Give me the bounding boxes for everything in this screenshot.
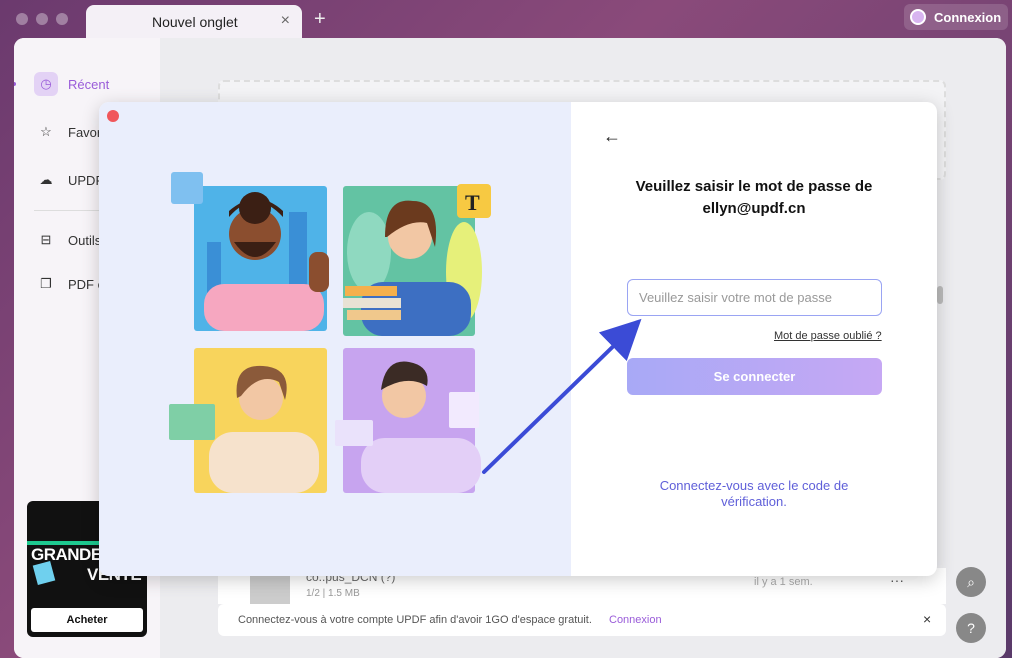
sidebar-item-recent[interactable]: ◷ Récent [34,72,109,96]
avatar-icon [910,9,926,25]
buy-button[interactable]: Acheter [31,608,143,632]
close-icon[interactable]: × [923,611,931,627]
file-time: il y a 1 sem. [754,576,813,588]
window-minimize-button[interactable] [36,13,48,25]
sidebar-item-tools[interactable]: ⊟ Outils [34,228,102,252]
sidebar-item-label: Récent [68,76,110,92]
account-login-label: Connexion [934,9,1002,25]
scrollbar[interactable] [937,286,943,304]
file-thumbnail [250,574,290,604]
people-illustration: T [169,172,491,493]
back-arrow-icon[interactable]: ← [603,126,621,147]
new-tab-button[interactable]: + [314,8,326,31]
file-meta: 1/2 | 1.5 MB [306,588,360,599]
login-notice: Connectez-vous à votre compte UPDF afin … [218,604,946,636]
illustration-panel: T [99,102,571,576]
dialog-close-button[interactable] [107,110,119,122]
toolbox-icon: ⊟ [40,232,52,247]
tab-close-icon[interactable]: × [281,12,290,30]
search-icon[interactable]: ⌕ [956,567,986,597]
text-tool-icon: T [465,190,480,215]
clock-icon: ◷ [34,72,58,96]
notice-text: Connectez-vous à votre compte UPDF afin … [238,614,592,626]
cloud-icon: ☁ [39,172,53,187]
sidebar-item-pdf[interactable]: ❐ PDF é [34,272,105,296]
dialog-title: Veuillez saisir le mot de passe de ellyn… [635,178,873,217]
signin-button[interactable]: Se connecter [627,358,882,395]
sidebar-item-cloud[interactable]: ☁ UPDF [34,168,104,192]
account-login-button[interactable]: Connexion [904,4,1008,30]
sidebar-item-label: Favor [68,124,102,140]
verification-code-link[interactable]: Connectez-vous avec le code de vérificat… [639,478,869,510]
window-zoom-button[interactable] [56,13,68,25]
sidebar-item-label: Outils [68,232,102,248]
promo-line1: GRANDE [31,545,102,564]
sidebar-item-favorites[interactable]: ☆ Favor [34,120,101,144]
tab-new[interactable]: Nouvel onglet × [86,5,302,40]
window-close-button[interactable] [16,13,28,25]
star-icon: ☆ [40,124,52,139]
help-icon[interactable]: ? [956,613,986,643]
sidebar-indicator [14,82,16,86]
notice-login-link[interactable]: Connexion [609,614,662,626]
password-field[interactable] [627,279,882,316]
title-bar: Nouvel onglet × + Connexion [0,0,1012,40]
forgot-password-link[interactable]: Mot de passe oublié ? [774,330,882,342]
pages-icon: ❐ [40,276,52,291]
login-dialog: T ← Veuillez saisir le mot de passe de e… [99,102,937,576]
tab-label: Nouvel onglet [152,14,238,30]
